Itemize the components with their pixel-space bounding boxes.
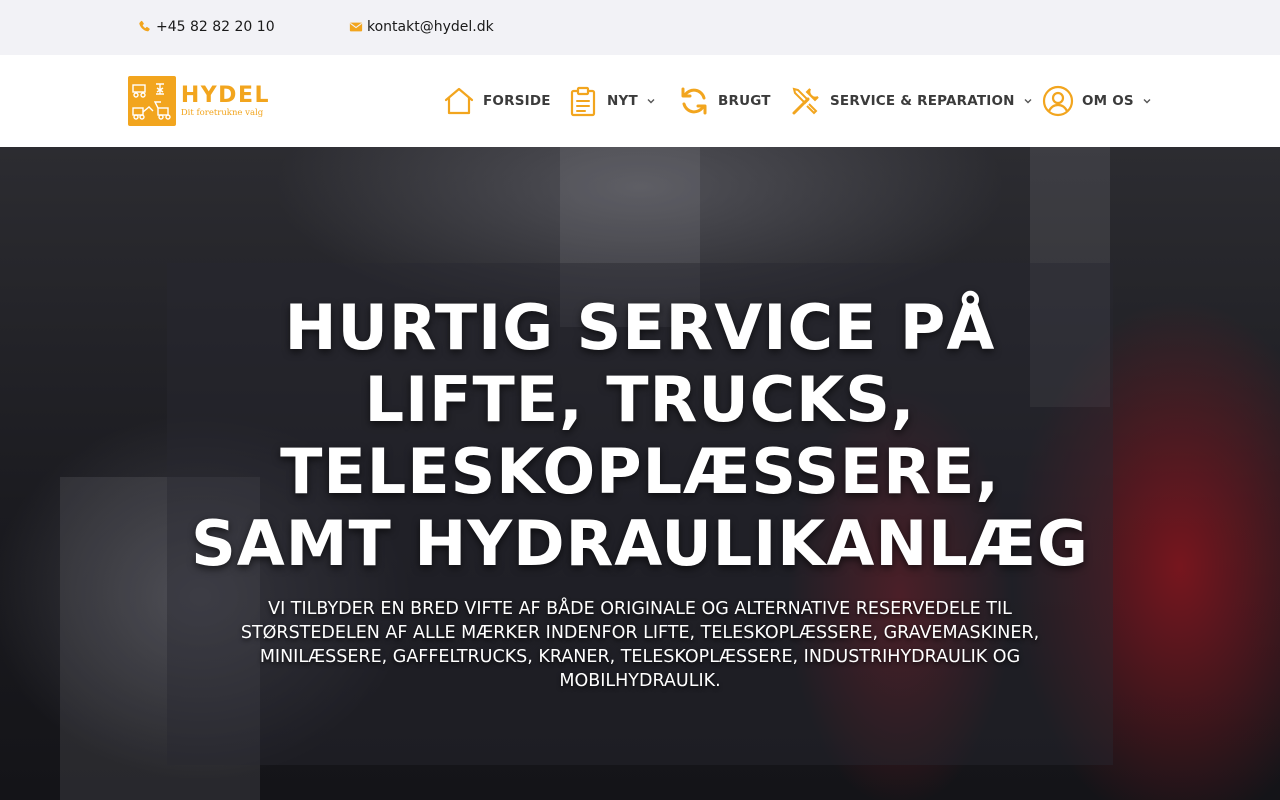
nav-label-brugt: BRUGT: [718, 93, 771, 109]
user-circle-icon: [1042, 85, 1074, 117]
phone-number: +45 82 82 20 10: [156, 19, 275, 35]
chevron-down-icon: [1143, 99, 1151, 104]
email-address: kontakt@hydel.dk: [367, 19, 494, 35]
nav-label-om-os: OM OS: [1082, 93, 1134, 109]
nav-label-forside: FORSIDE: [483, 93, 551, 109]
nav-item-brugt[interactable]: BRUGT: [678, 84, 771, 118]
refresh-icon: [681, 87, 707, 115]
phone-icon: [139, 20, 150, 32]
nav-item-forside[interactable]: FORSIDE: [443, 84, 551, 118]
phone-link[interactable]: +45 82 82 20 10: [138, 17, 275, 37]
nav-label-nyt: NYT: [607, 93, 638, 109]
nav-item-om-os[interactable]: OM OS: [1042, 84, 1152, 118]
tools-icon: [792, 87, 819, 115]
hero-section: HURTIG SERVICE PÅ LIFTE, TRUCKS, TELESKO…: [0, 147, 1280, 800]
nav-item-service-reparation[interactable]: SERVICE & REPARATION: [790, 84, 1033, 118]
home-icon: [444, 87, 474, 115]
clipboard-icon: [570, 86, 596, 117]
site-header: HYDEL Dit foretrukne valg FORSIDE NYT BR…: [0, 55, 1280, 147]
nav-label-service-reparation: SERVICE & REPARATION: [830, 93, 1015, 109]
top-bar: +45 82 82 20 10 kontakt@hydel.dk: [0, 0, 1280, 55]
email-link[interactable]: kontakt@hydel.dk: [349, 17, 494, 37]
envelope-icon: [349, 22, 363, 32]
hero-title: HURTIG SERVICE PÅ LIFTE, TRUCKS, TELESKO…: [191, 291, 1089, 580]
chevron-down-icon: [1024, 99, 1032, 104]
main-nav: FORSIDE NYT BRUGT SERVICE & REPARATION O…: [0, 55, 1280, 147]
nav-item-nyt[interactable]: NYT: [567, 84, 656, 118]
hero-subtitle: VI TILBYDER EN BRED VIFTE AF BÅDE ORIGIN…: [240, 599, 1040, 691]
chevron-down-icon: [647, 99, 655, 104]
